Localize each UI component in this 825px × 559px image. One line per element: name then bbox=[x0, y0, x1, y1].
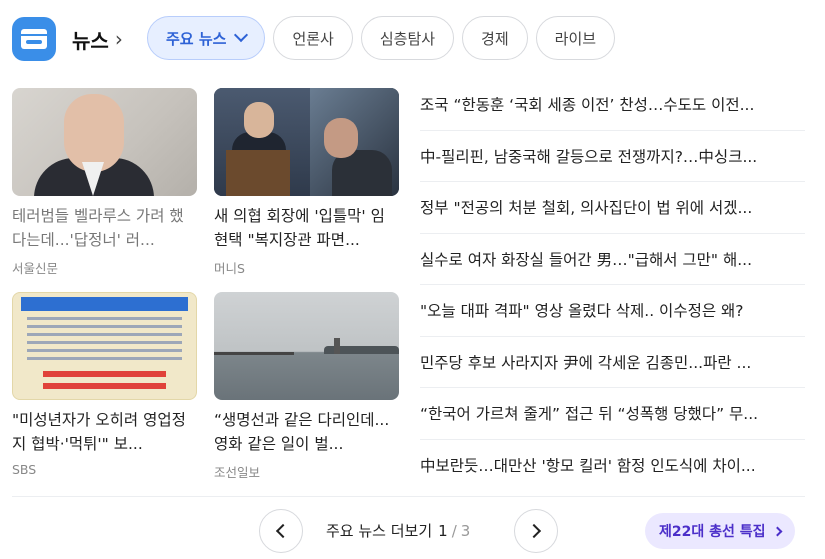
news-source[interactable]: 서울신문 bbox=[12, 258, 197, 277]
total-pages: 3 bbox=[460, 522, 471, 540]
news-card[interactable]: “생명선과 같은 다리인데... 영화 같은 일이 벌... 조선일보 bbox=[214, 292, 399, 481]
news-thumbnail[interactable] bbox=[12, 292, 197, 400]
service-title[interactable]: 뉴스 bbox=[72, 25, 109, 54]
news-card[interactable]: "미성년자가 오히려 영업정지 협박·'먹튀'" 보... SBS bbox=[12, 292, 197, 477]
news-source[interactable]: 조선일보 bbox=[214, 462, 399, 481]
news-card-title[interactable]: “생명선과 같은 다리인데... 영화 같은 일이 벌... bbox=[214, 408, 399, 456]
tab-press[interactable]: 언론사 bbox=[273, 16, 353, 60]
tab-in-depth[interactable]: 심층탐사 bbox=[360, 16, 455, 60]
headline-item[interactable]: 中-필리핀, 남중국해 갈등으로 전쟁까지?…中싱크... bbox=[420, 131, 805, 182]
headline-text[interactable]: “한국어 가르쳐 줄게” 접근 뒤 “성폭행 당했다” 무... bbox=[420, 402, 805, 424]
tab-label: 라이브 bbox=[554, 29, 597, 48]
more-news-label[interactable]: 주요 뉴스 더보기 1 / 3 bbox=[326, 520, 470, 541]
tab-label: 주요 뉴스 bbox=[166, 29, 227, 48]
headline-item[interactable]: "오늘 대파 격파" 영상 올렸다 삭제.. 이수정은 왜? bbox=[420, 285, 805, 337]
chevron-down-icon bbox=[234, 27, 249, 43]
chevron-right-icon bbox=[526, 523, 542, 539]
tab-top-news[interactable]: 주요 뉴스 bbox=[147, 16, 266, 60]
section-divider bbox=[12, 496, 805, 497]
news-card[interactable]: 테러범들 벨라루스 가려 했다는데...'답정너' 러... 서울신문 bbox=[12, 88, 197, 277]
tab-label: 경제 bbox=[481, 29, 509, 48]
next-page-button[interactable] bbox=[514, 509, 558, 553]
news-card[interactable]: 새 의협 회장에 '입틀막' 임현택 "복지장관 파면... 머니S bbox=[214, 88, 399, 277]
chevron-right-icon bbox=[772, 526, 782, 536]
chevron-right-icon[interactable]: › bbox=[115, 27, 123, 51]
headline-text[interactable]: 실수로 여자 화장실 들어간 男…"급해서 그만" 해... bbox=[420, 248, 805, 270]
headline-item[interactable]: 中보란듯…대만산 '항모 킬러' 함정 인도식에 차이... bbox=[420, 440, 805, 492]
election-special-button[interactable]: 제22대 총선 특집 bbox=[645, 513, 795, 549]
news-card-title[interactable]: 테러범들 벨라루스 가려 했다는데...'답정너' 러... bbox=[12, 204, 197, 252]
tab-live[interactable]: 라이브 bbox=[535, 16, 616, 60]
news-source[interactable]: SBS bbox=[12, 462, 197, 477]
headline-item[interactable]: 조국 “한동훈 ‘국회 세종 이전’ 찬성…수도도 이전... bbox=[420, 79, 805, 131]
headline-text[interactable]: 민주당 후보 사라지자 尹에 각세운 김종민...파란 ... bbox=[420, 351, 805, 373]
headline-text[interactable]: 中-필리핀, 남중국해 갈등으로 전쟁까지?…中싱크... bbox=[420, 145, 805, 167]
current-page: 1 bbox=[438, 522, 448, 540]
headline-text[interactable]: 조국 “한동훈 ‘국회 세종 이전’ 찬성…수도도 이전... bbox=[420, 93, 805, 115]
news-card-title[interactable]: "미성년자가 오히려 영업정지 협박·'먹튀'" 보... bbox=[12, 408, 197, 456]
tab-economy[interactable]: 경제 bbox=[462, 16, 528, 60]
headline-text[interactable]: 정부 "전공의 처분 철회, 의사집단이 법 위에 서겠... bbox=[420, 196, 805, 218]
election-special-label: 제22대 총선 특집 bbox=[659, 524, 766, 540]
chevron-left-icon bbox=[275, 523, 291, 539]
page-separator: / bbox=[451, 522, 457, 540]
more-news-text: 주요 뉴스 더보기 bbox=[326, 522, 433, 540]
previous-page-button[interactable] bbox=[259, 509, 303, 553]
news-thumbnail[interactable] bbox=[214, 88, 399, 196]
headline-item[interactable]: 민주당 후보 사라지자 尹에 각세운 김종민...파란 ... bbox=[420, 337, 805, 388]
news-source[interactable]: 머니S bbox=[214, 258, 399, 277]
headline-item[interactable]: 실수로 여자 화장실 들어간 男…"급해서 그만" 해... bbox=[420, 234, 805, 285]
news-thumbnail[interactable] bbox=[12, 88, 197, 196]
headline-text[interactable]: 中보란듯…대만산 '항모 킬러' 함정 인도식에 차이... bbox=[420, 454, 805, 476]
headline-list: 조국 “한동훈 ‘국회 세종 이전’ 찬성…수도도 이전... 中-필리핀, 남… bbox=[420, 79, 805, 491]
news-card-icon[interactable] bbox=[12, 17, 56, 61]
tab-label: 심층탐사 bbox=[379, 29, 436, 48]
news-card-title[interactable]: 새 의협 회장에 '입틀막' 임현택 "복지장관 파면... bbox=[214, 204, 399, 252]
headline-text[interactable]: "오늘 대파 격파" 영상 올렸다 삭제.. 이수정은 왜? bbox=[420, 299, 805, 321]
news-thumbnail[interactable] bbox=[214, 292, 399, 400]
tab-bar: 주요 뉴스 언론사 심층탐사 경제 라이브 bbox=[147, 16, 616, 60]
tab-label: 언론사 bbox=[292, 29, 334, 48]
headline-item[interactable]: “한국어 가르쳐 줄게” 접근 뒤 “성폭행 당했다” 무... bbox=[420, 388, 805, 440]
headline-item[interactable]: 정부 "전공의 처분 철회, 의사집단이 법 위에 서겠... bbox=[420, 182, 805, 234]
